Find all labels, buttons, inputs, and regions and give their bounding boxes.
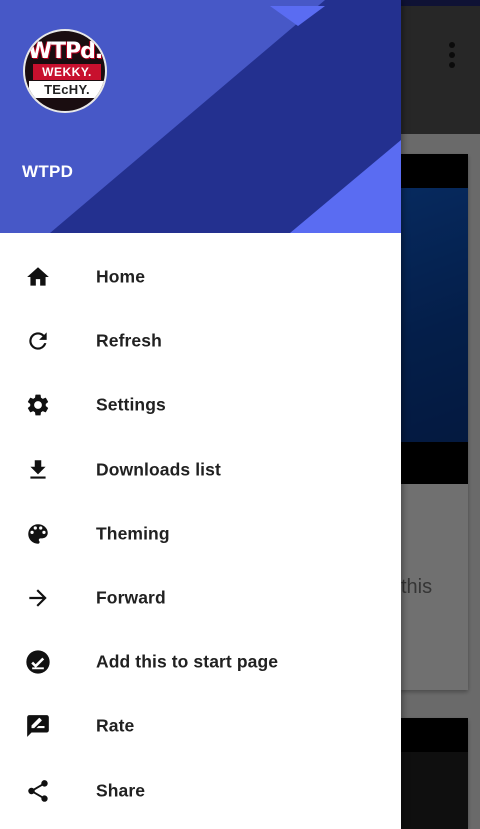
drawer-title: WTPD — [22, 162, 74, 181]
menu-item-label: Downloads list — [96, 459, 221, 480]
menu-item-label: Settings — [96, 394, 166, 415]
rate-review-icon — [24, 712, 52, 740]
download-icon — [24, 456, 52, 484]
menu-item-label: Share — [96, 780, 146, 801]
menu-item-label: Home — [96, 266, 146, 287]
share-icon — [24, 777, 52, 805]
menu-item-refresh[interactable]: Refresh — [0, 309, 401, 373]
check-circle-icon — [24, 648, 52, 676]
menu-item-share[interactable]: Share — [0, 759, 401, 823]
navigation-drawer: WTPd. WEKKY. TEcHY. WTPD Home Refresh Se… — [0, 0, 401, 829]
drawer-header: WTPd. WEKKY. TEcHY. WTPD — [0, 0, 401, 233]
menu-item-label: Theming — [96, 523, 170, 544]
menu-item-label: Refresh — [96, 330, 162, 351]
app-logo: WTPd. WEKKY. TEcHY. — [23, 29, 107, 113]
menu-item-label: Forward — [96, 587, 166, 608]
menu-item-label: Rate — [96, 715, 135, 736]
refresh-icon — [24, 327, 52, 355]
drawer-menu: Home Refresh Settings Downloads list The — [0, 245, 401, 823]
menu-item-theming[interactable]: Theming — [0, 502, 401, 566]
arrow-forward-icon — [24, 584, 52, 612]
palette-icon — [24, 520, 52, 548]
menu-item-downloads-list[interactable]: Downloads list — [0, 438, 401, 502]
home-icon — [24, 263, 52, 291]
menu-item-label: Add this to start page — [96, 651, 279, 672]
menu-item-add-to-start-page[interactable]: Add this to start page — [0, 630, 401, 694]
menu-item-forward[interactable]: Forward — [0, 566, 401, 630]
settings-icon — [24, 391, 52, 419]
menu-item-home[interactable]: Home — [0, 245, 401, 309]
menu-item-settings[interactable]: Settings — [0, 373, 401, 437]
menu-item-rate[interactable]: Rate — [0, 694, 401, 758]
